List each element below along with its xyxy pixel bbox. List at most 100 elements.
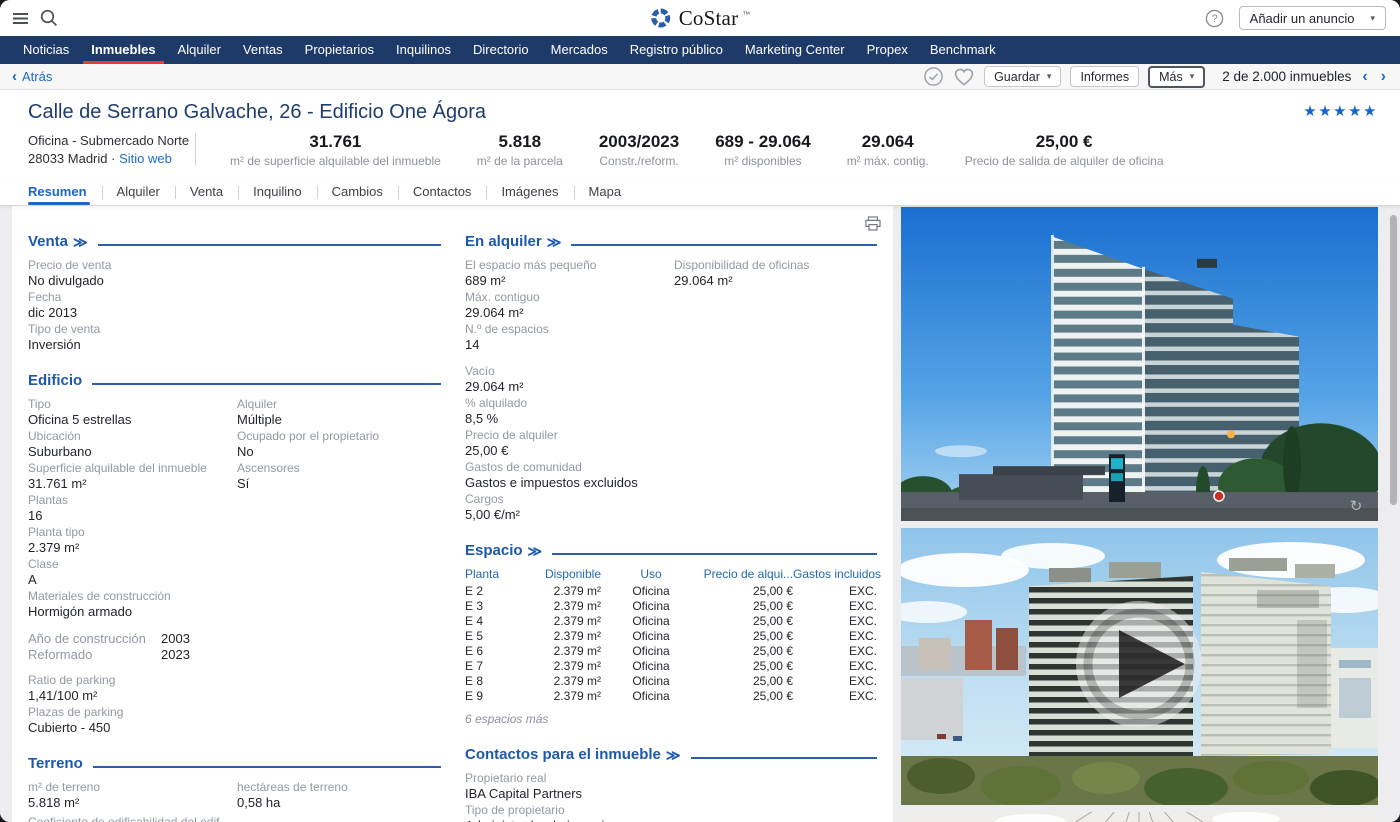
nav-item-mercados[interactable]: Mercados xyxy=(540,36,619,64)
espacio-row: E 52.379 m²Oficina25,00 €EXC. xyxy=(465,629,877,644)
add-listing-button[interactable]: Añadir un anuncio ▾ xyxy=(1239,6,1386,30)
nav-item-inquilinos[interactable]: Inquilinos xyxy=(385,36,462,64)
help-icon[interactable]: ? xyxy=(1205,9,1224,28)
field-value: 29.064 m² xyxy=(465,379,877,394)
tab-im-genes[interactable]: Imágenes xyxy=(486,179,573,205)
nav-item-noticias[interactable]: Noticias xyxy=(12,36,80,64)
check-circle-icon[interactable] xyxy=(923,66,944,87)
tab-venta[interactable]: Venta xyxy=(175,179,238,205)
tab-resumen[interactable]: Resumen xyxy=(28,179,102,205)
section-rule xyxy=(552,553,877,555)
costar-logo[interactable]: CoStar ™ xyxy=(650,6,751,31)
field-label: Ascensores xyxy=(237,461,441,475)
nav-item-directorio[interactable]: Directorio xyxy=(462,36,540,64)
field: % alquilado8,5 % xyxy=(465,396,877,426)
nav-item-propex[interactable]: Propex xyxy=(856,36,919,64)
more-spaces-link[interactable]: 6 espacios más xyxy=(465,712,877,726)
venta-section-link[interactable]: Venta ≫ xyxy=(28,233,88,251)
espacio-column-header[interactable]: Precio de alqui... xyxy=(701,567,793,582)
field-label: Propietario real xyxy=(465,771,877,785)
espacio-section-link[interactable]: Espacio ≫ xyxy=(465,542,542,560)
section-edificio: Edificio TipoOficina 5 estrellasUbicació… xyxy=(28,372,441,735)
heart-icon[interactable] xyxy=(953,66,975,88)
field-value: 25,00 € xyxy=(465,443,877,458)
logo-text: CoStar xyxy=(679,6,739,31)
field-inline: Reformado2023 xyxy=(28,647,441,662)
espacio-cell: 2.379 m² xyxy=(535,614,601,629)
field-value: Hormigón armado xyxy=(28,604,237,619)
menu-icon[interactable] xyxy=(12,9,30,27)
section-terreno: Terreno m² de terreno5.818 m² hectáreas … xyxy=(28,755,441,822)
espacio-column-header[interactable]: Uso xyxy=(601,567,701,582)
nav-item-inmuebles[interactable]: Inmuebles xyxy=(80,36,166,64)
more-button[interactable]: Más ▾ xyxy=(1148,66,1205,88)
espacio-cell: 2.379 m² xyxy=(535,659,601,674)
next-property-button[interactable]: › xyxy=(1379,69,1388,85)
nav-item-propietarios[interactable]: Propietarios xyxy=(294,36,385,64)
espacio-column-header[interactable]: Gastos incluidos xyxy=(793,567,881,582)
espacio-cell: EXC. xyxy=(793,689,877,704)
field-value: 8,5 % xyxy=(465,411,877,426)
section-contactos: Contactos para el inmueble ≫ Propietario… xyxy=(465,746,877,822)
double-chevron-icon: ≫ xyxy=(547,233,562,251)
field-label: Cargos xyxy=(465,492,877,506)
nav-item-alquiler[interactable]: Alquiler xyxy=(167,36,232,64)
section-rule xyxy=(98,244,441,246)
property-photo-interior[interactable] xyxy=(901,812,1378,822)
field: Tipo de propietarioAdministrador de inve… xyxy=(465,803,877,822)
prev-property-button[interactable]: ‹ xyxy=(1360,69,1369,85)
tab-alquiler[interactable]: Alquiler xyxy=(102,179,175,205)
reports-button[interactable]: Informes xyxy=(1070,66,1139,87)
website-link[interactable]: Sitio web xyxy=(119,151,172,166)
field-label: Plantas xyxy=(28,493,237,507)
espacio-row: E 32.379 m²Oficina25,00 €EXC. xyxy=(465,599,877,614)
field-value: 5,00 €/m² xyxy=(465,507,877,522)
tab-cambios[interactable]: Cambios xyxy=(317,179,398,205)
topbar-left xyxy=(0,8,59,28)
field: AscensoresSí xyxy=(237,461,441,491)
espacio-cell: 2.379 m² xyxy=(535,629,601,644)
field: El espacio más pequeño689 m² xyxy=(465,258,674,288)
field: Plantas16 xyxy=(28,493,237,523)
nav-item-marketing-center[interactable]: Marketing Center xyxy=(734,36,856,64)
tab-inquilino[interactable]: Inquilino xyxy=(238,179,316,205)
search-icon[interactable] xyxy=(39,8,59,28)
top-header: CoStar ™ ? Añadir un anuncio ▾ xyxy=(0,0,1400,36)
page-title: Calle de Serrano Galvache, 26 - Edificio… xyxy=(28,100,1378,124)
espacio-cell: EXC. xyxy=(793,659,877,674)
espacio-cell: Oficina xyxy=(601,674,701,689)
tab-mapa[interactable]: Mapa xyxy=(574,179,637,205)
stat-label: m² disponibles xyxy=(715,154,810,169)
espacio-column-header[interactable]: Planta xyxy=(465,567,535,582)
stat-4: 29.064m² máx. contig. xyxy=(847,132,929,169)
tab-contactos[interactable]: Contactos xyxy=(398,179,487,205)
field-label: Superficie alquilable del inmueble xyxy=(28,461,237,475)
save-button[interactable]: Guardar ▾ xyxy=(984,66,1061,87)
property-video-thumbnail[interactable] xyxy=(901,528,1378,805)
contactos-section-link[interactable]: Contactos para el inmueble ≫ xyxy=(465,746,681,764)
field: Ocupado por el propietarioNo xyxy=(237,429,441,459)
stat-value: 29.064 xyxy=(847,132,929,152)
field-value: 1,41/100 m² xyxy=(28,688,441,703)
field: TipoOficina 5 estrellas xyxy=(28,397,237,427)
espacio-cell: 2.379 m² xyxy=(535,599,601,614)
field: Gastos de comunidadGastos e impuestos ex… xyxy=(465,460,877,490)
nav-item-benchmark[interactable]: Benchmark xyxy=(919,36,1007,64)
field-value: 2.379 m² xyxy=(28,540,237,555)
vertical-scrollbar[interactable] xyxy=(1390,215,1397,505)
espacio-column-header[interactable]: Disponible xyxy=(535,567,601,582)
espacio-cell: EXC. xyxy=(793,644,877,659)
nav-item-registro-p-blico[interactable]: Registro público xyxy=(619,36,734,64)
separator: · xyxy=(111,151,115,166)
more-label: Más xyxy=(1159,70,1183,84)
nav-item-ventas[interactable]: Ventas xyxy=(232,36,294,64)
back-link[interactable]: ‹ Atrás xyxy=(12,69,52,84)
en-alquiler-section-link[interactable]: En alquiler ≫ xyxy=(465,233,561,251)
field: ClaseA xyxy=(28,557,237,587)
app-window: CoStar ™ ? Añadir un anuncio ▾ NoticiasI… xyxy=(0,0,1400,822)
espacio-cell: 25,00 € xyxy=(701,629,793,644)
property-photo-exterior[interactable]: ↻ xyxy=(901,207,1378,521)
espacio-cell: 2.379 m² xyxy=(535,674,601,689)
property-city-line: 28033 Madrid xyxy=(28,151,108,166)
espacio-cell: 25,00 € xyxy=(701,584,793,599)
